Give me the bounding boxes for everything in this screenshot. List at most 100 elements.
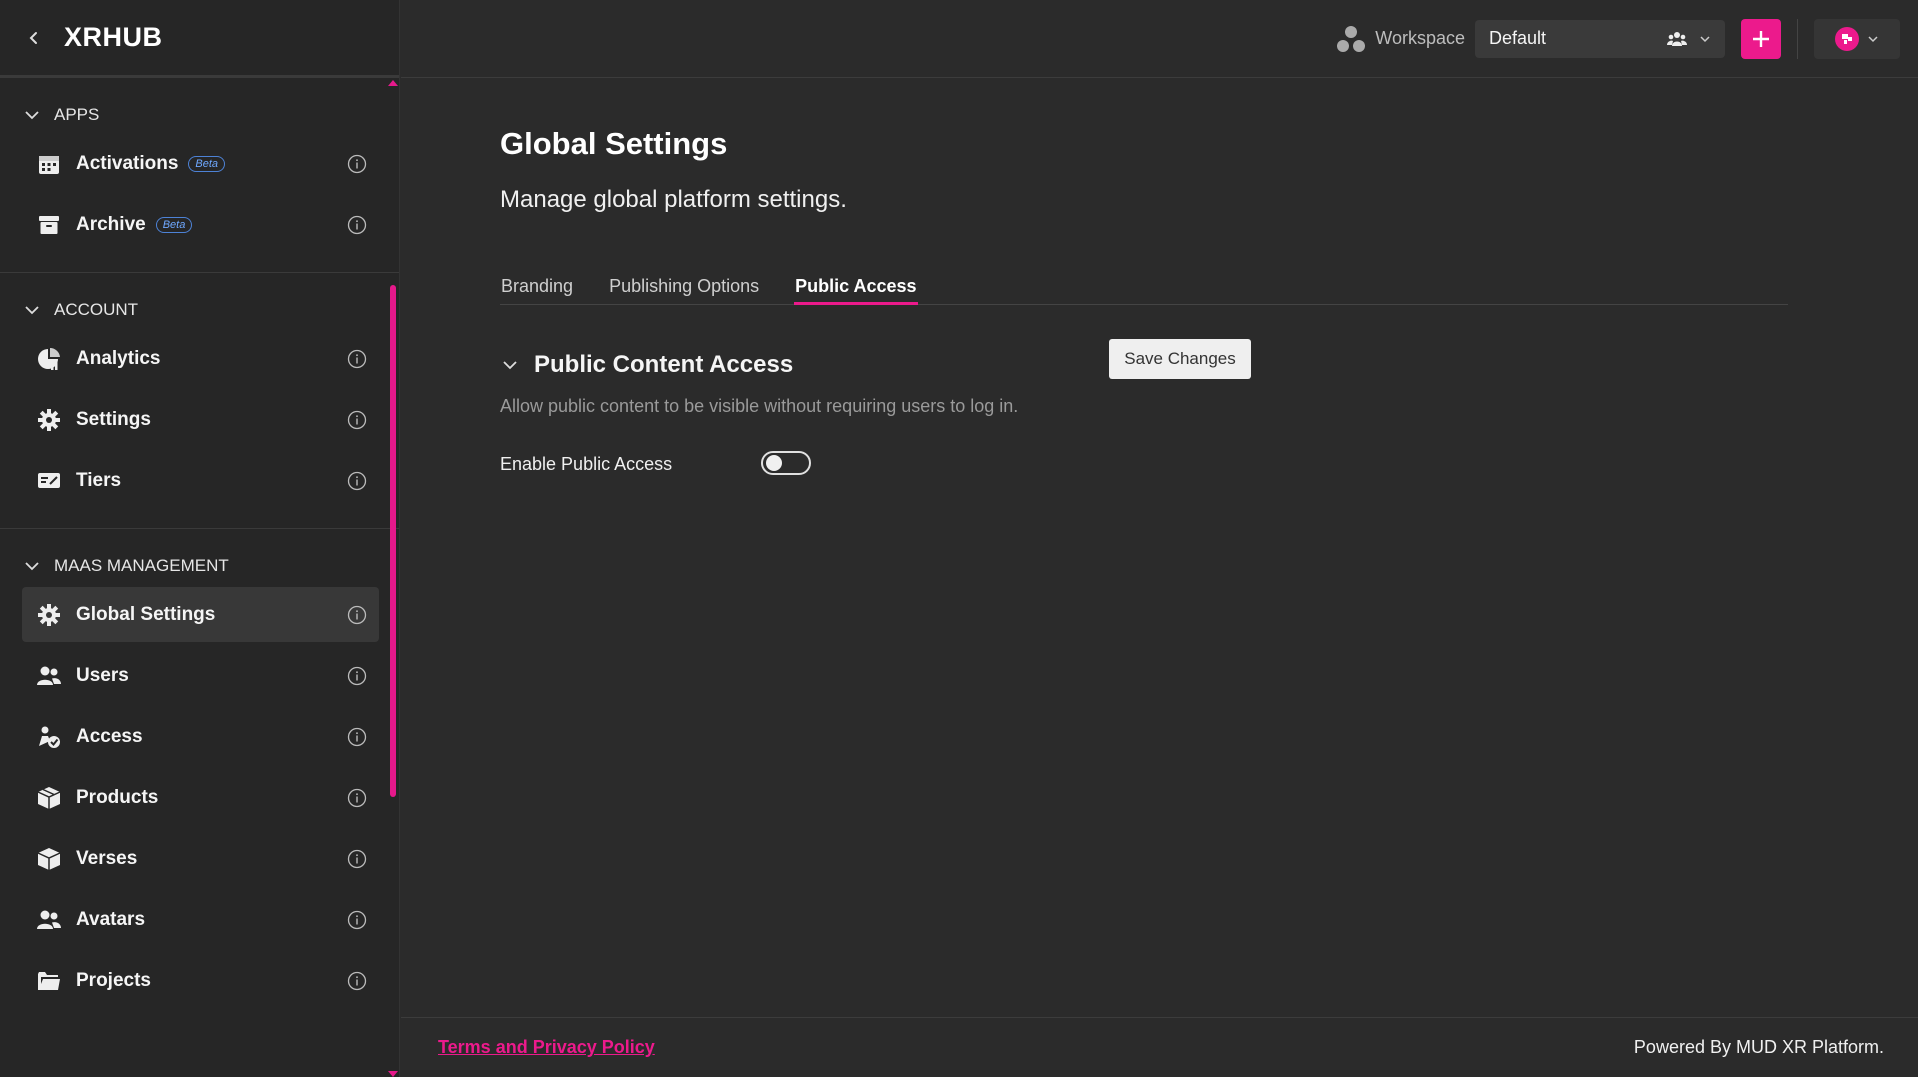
chevron-down-icon <box>503 361 517 370</box>
sidebar-item-label: Projects <box>76 969 151 991</box>
enable-public-access-toggle[interactable] <box>761 451 811 475</box>
top-bar: Workspace Default <box>401 0 1918 78</box>
toggle-knob <box>766 455 782 471</box>
sidebar-item-label: Analytics <box>76 347 161 369</box>
archive-icon <box>36 212 62 238</box>
sidebar-section-maas: MAAS MANAGEMENT Global Settings Users Ac… <box>0 529 399 1028</box>
powered-by-text: Powered By MUD XR Platform. <box>1633 1037 1884 1057</box>
scroll-thumb[interactable] <box>390 285 396 797</box>
workspace-select[interactable]: Default <box>1475 19 1725 58</box>
terms-privacy-link[interactable]: Terms and Privacy Policy <box>438 1037 655 1058</box>
footer: Terms and Privacy Policy Powered By MUD … <box>401 1017 1918 1077</box>
gear-icon <box>36 407 62 433</box>
back-button[interactable] <box>20 24 48 52</box>
section-title: Public Content Access <box>534 351 794 378</box>
section-description: Allow public content to be visible witho… <box>500 396 1019 416</box>
info-icon[interactable] <box>347 910 367 930</box>
settings-tabs: Branding Publishing Options Public Acces… <box>500 270 1788 305</box>
gear-icon <box>36 602 62 628</box>
scroll-up-arrow-icon[interactable] <box>388 80 398 86</box>
sidebar-item-label: Global Settings <box>76 603 216 625</box>
sidebar-item-activations[interactable]: Activations Beta <box>22 136 379 191</box>
chevron-left-icon <box>29 31 37 44</box>
users-icon <box>36 663 62 689</box>
sidebar-item-label: Verses <box>76 847 138 869</box>
tab-public-access[interactable]: Public Access <box>794 270 918 305</box>
info-icon[interactable] <box>347 971 367 991</box>
app-logo: XRHUB <box>64 22 163 52</box>
sidebar-header: XRHUB <box>0 0 399 78</box>
chevron-down-icon <box>25 306 39 315</box>
info-icon[interactable] <box>347 788 367 808</box>
analytics-icon <box>36 346 62 372</box>
user-avatar-icon <box>1842 33 1852 44</box>
products-icon <box>36 785 62 811</box>
tab-publishing-options[interactable]: Publishing Options <box>608 270 760 305</box>
page-subtitle: Manage global platform settings. <box>500 186 847 213</box>
info-icon[interactable] <box>347 154 367 174</box>
sidebar-item-label: Products <box>76 786 159 808</box>
beta-badge: Beta <box>155 216 193 233</box>
sidebar: XRHUB APPS Activations Beta Archive Beta <box>0 0 400 1077</box>
section-title: MAAS MANAGEMENT <box>54 556 229 575</box>
tab-branding[interactable]: Branding <box>500 270 574 305</box>
sidebar-item-tiers[interactable]: Tiers <box>22 453 379 508</box>
team-icon <box>1667 31 1687 46</box>
info-icon[interactable] <box>347 349 367 369</box>
sidebar-scrollbar[interactable] <box>387 80 398 1077</box>
chevron-down-icon <box>25 562 39 571</box>
sidebar-item-archive[interactable]: Archive Beta <box>22 197 379 252</box>
info-icon[interactable] <box>347 727 367 747</box>
divider <box>1797 18 1798 59</box>
sidebar-item-verses[interactable]: Verses <box>22 831 379 886</box>
workspace-select-value: Default <box>1489 28 1547 48</box>
workspace-icon <box>1337 25 1366 52</box>
sidebar-item-avatars[interactable]: Avatars <box>22 892 379 947</box>
info-icon[interactable] <box>347 471 367 491</box>
sidebar-item-projects[interactable]: Projects <box>22 953 379 1008</box>
sidebar-item-analytics[interactable]: Analytics <box>22 331 379 386</box>
info-icon[interactable] <box>347 849 367 869</box>
sidebar-item-global-settings[interactable]: Global Settings <box>22 587 379 642</box>
avatar <box>1835 26 1859 51</box>
sidebar-item-settings[interactable]: Settings <box>22 392 379 447</box>
workspace-label: Workspace <box>1335 24 1465 54</box>
sidebar-item-users[interactable]: Users <box>22 648 379 703</box>
tiers-icon <box>36 468 62 494</box>
page-title: Global Settings <box>500 126 728 161</box>
sidebar-section-apps: APPS Activations Beta Archive Beta <box>0 78 399 273</box>
info-icon[interactable] <box>347 410 367 430</box>
folder-icon <box>36 968 62 994</box>
sidebar-item-products[interactable]: Products <box>22 770 379 825</box>
sidebar-item-label: Access <box>76 725 143 747</box>
access-icon <box>36 724 62 750</box>
chevron-down-icon <box>1868 35 1878 42</box>
info-icon[interactable] <box>347 215 367 235</box>
section-title: APPS <box>54 105 100 124</box>
add-button[interactable] <box>1741 18 1781 59</box>
sidebar-item-label: Activations <box>76 152 179 174</box>
sidebar-item-label: Users <box>76 664 129 686</box>
chevron-down-icon <box>1700 35 1710 42</box>
plus-icon <box>1753 30 1769 47</box>
sidebar-section-account: ACCOUNT Analytics Settings Tiers <box>0 273 399 529</box>
users-icon <box>36 907 62 933</box>
save-button[interactable]: Save Changes <box>1109 339 1251 379</box>
scroll-down-arrow-icon[interactable] <box>388 1071 398 1077</box>
workspace-label-text: Workspace <box>1375 28 1465 48</box>
section-toggle-public-content[interactable]: Public Content Access <box>500 351 793 379</box>
info-icon[interactable] <box>347 666 367 686</box>
sidebar-item-access[interactable]: Access <box>22 709 379 764</box>
section-toggle-account[interactable]: ACCOUNT <box>0 293 399 327</box>
section-toggle-apps[interactable]: APPS <box>0 98 399 132</box>
user-menu-button[interactable] <box>1814 18 1900 59</box>
beta-badge: Beta <box>188 155 226 172</box>
cube-icon <box>36 846 62 872</box>
sidebar-item-label: Tiers <box>76 469 122 491</box>
sidebar-item-label: Archive <box>76 213 146 235</box>
calendar-icon <box>36 151 62 177</box>
section-toggle-maas[interactable]: MAAS MANAGEMENT <box>0 549 399 583</box>
chevron-down-icon <box>25 111 39 120</box>
info-icon[interactable] <box>347 605 367 625</box>
sidebar-item-label: Avatars <box>76 908 146 930</box>
